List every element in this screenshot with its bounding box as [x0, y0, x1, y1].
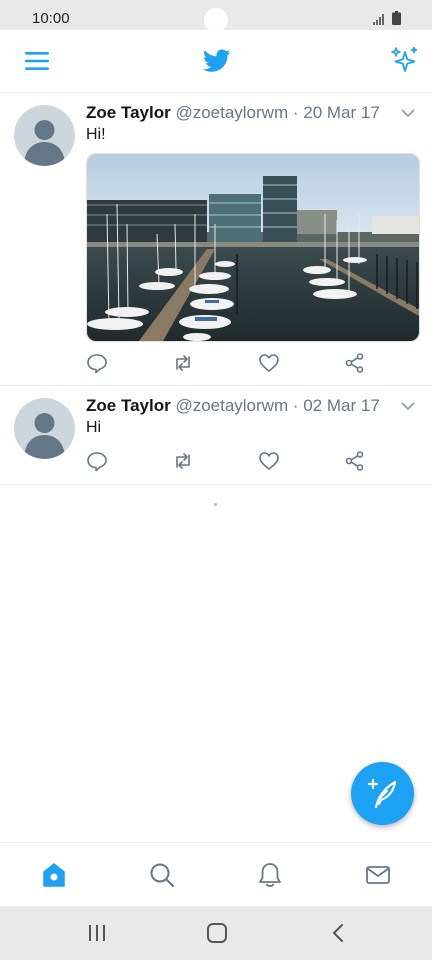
compose-tweet-button[interactable]: [351, 762, 414, 825]
reply-icon[interactable]: [86, 450, 108, 472]
share-icon[interactable]: [344, 352, 366, 374]
battery-icon: [392, 11, 401, 25]
like-icon[interactable]: [258, 352, 280, 374]
share-icon[interactable]: [344, 450, 366, 472]
twitter-bird-icon: [203, 49, 231, 72]
back-icon[interactable]: [327, 922, 351, 944]
chevron-down-icon[interactable]: [400, 107, 416, 119]
search-icon[interactable]: [148, 861, 176, 889]
tweet-author-name[interactable]: Zoe Taylor: [86, 396, 171, 415]
tweet-author-handle: @zoetaylorwm: [175, 103, 289, 122]
tweet-photo[interactable]: [86, 153, 420, 342]
compose-tweet-icon: [367, 778, 397, 809]
chevron-down-icon[interactable]: [400, 400, 416, 412]
recent-apps-icon[interactable]: [85, 922, 109, 944]
tweet-author-handle: @zoetaylorwm: [175, 396, 289, 415]
notifications-icon[interactable]: [256, 861, 284, 889]
hamburger-menu-icon[interactable]: [24, 48, 50, 74]
like-icon[interactable]: [258, 450, 280, 472]
tweet-author-name[interactable]: Zoe Taylor: [86, 103, 171, 122]
tweet-header: Zoe Taylor @zoetaylorwm · 02 Mar 17: [86, 396, 380, 416]
tweet-text: Hi: [86, 419, 102, 436]
default-avatar-icon: [24, 413, 65, 459]
tweet-text: Hi!: [86, 126, 106, 143]
camera-cutout: [204, 8, 228, 32]
tweet-item[interactable]: Zoe Taylor @zoetaylorwm · 02 Mar 17 Hi: [0, 386, 432, 485]
phone-screen: 10:00 Zoe Taylor @zoetaylorwm · 20 Mar 1…: [0, 0, 432, 960]
home-icon[interactable]: [40, 861, 68, 889]
default-avatar-icon: [24, 120, 65, 166]
tweet-date: · 20 Mar 17: [292, 103, 380, 122]
tweet-item[interactable]: Zoe Taylor @zoetaylorwm · 20 Mar 17 Hi!: [0, 93, 432, 386]
tweet-date: · 02 Mar 17: [292, 396, 380, 415]
system-navigation-bar: [0, 906, 432, 960]
sparkle-icon[interactable]: [390, 46, 418, 74]
timeline-feed: Zoe Taylor @zoetaylorwm · 20 Mar 17 Hi!: [0, 93, 432, 485]
app-bar: [0, 30, 432, 93]
harbor-photo-image: [87, 154, 419, 341]
avatar[interactable]: [14, 105, 75, 166]
reply-icon[interactable]: [86, 352, 108, 374]
retweet-icon[interactable]: [172, 450, 194, 472]
avatar[interactable]: [14, 398, 75, 459]
home-button-icon[interactable]: [205, 922, 229, 944]
bottom-navigation: [0, 842, 432, 907]
tweet-header: Zoe Taylor @zoetaylorwm · 20 Mar 17: [86, 103, 380, 123]
messages-icon[interactable]: [364, 861, 392, 889]
status-time: 10:00: [32, 10, 70, 27]
retweet-icon[interactable]: [172, 352, 194, 374]
tweet-actions: [86, 352, 376, 376]
tweet-actions: [86, 450, 376, 474]
signal-icon: [373, 14, 384, 25]
loading-indicator: [214, 503, 217, 506]
